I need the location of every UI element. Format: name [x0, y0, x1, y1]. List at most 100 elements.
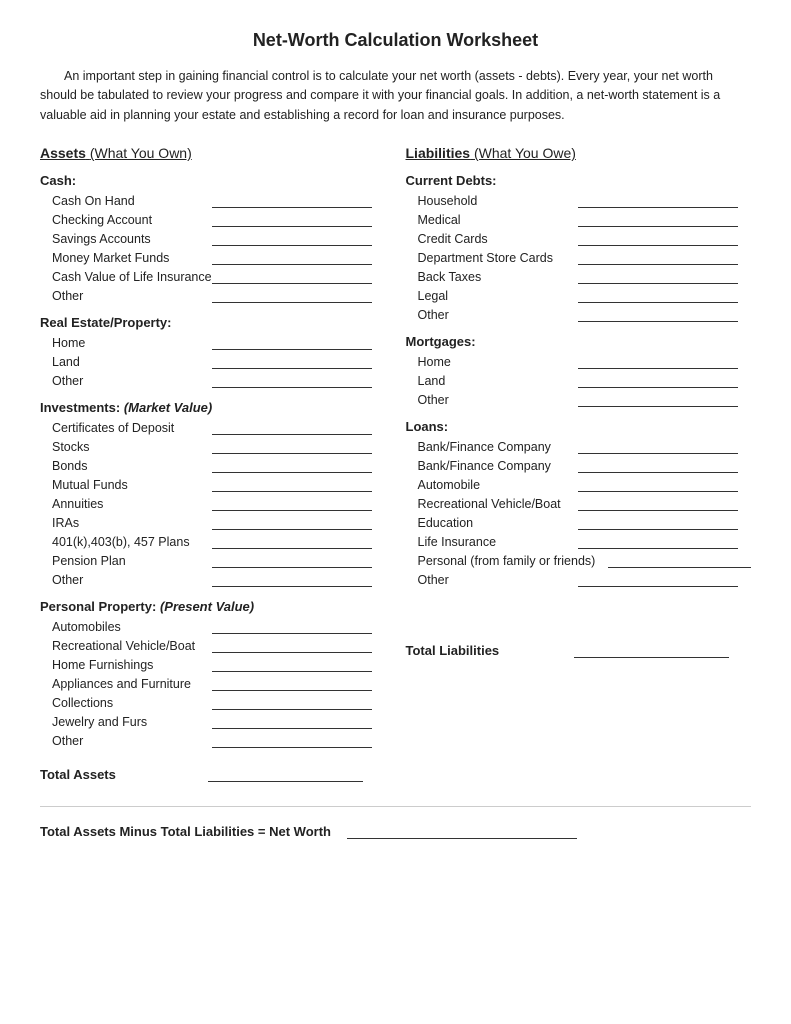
total-liabilities-label: Total Liabilities [406, 643, 566, 658]
field-label: Appliances and Furniture [52, 677, 212, 691]
field-row: Home Furnishings [40, 656, 386, 672]
field-input[interactable] [212, 514, 372, 530]
field-input[interactable] [578, 268, 738, 284]
field-label: Back Taxes [418, 270, 578, 284]
field-input[interactable] [212, 552, 372, 568]
field-input[interactable] [212, 457, 372, 473]
field-row: Home [406, 353, 752, 369]
field-input[interactable] [212, 287, 372, 303]
field-input[interactable] [578, 571, 738, 587]
field-row: Automobiles [40, 618, 386, 634]
field-label: Annuities [52, 497, 212, 511]
field-input[interactable] [578, 192, 738, 208]
field-input[interactable] [212, 268, 372, 284]
net-worth-label: Total Assets Minus Total Liabilities = N… [40, 824, 331, 839]
field-input[interactable] [212, 249, 372, 265]
net-worth-section: Total Assets Minus Total Liabilities = N… [40, 806, 751, 839]
field-input[interactable] [578, 533, 738, 549]
field-row: Home [40, 334, 386, 350]
field-input[interactable] [212, 713, 372, 729]
real-estate-header: Real Estate/Property: [40, 315, 386, 330]
field-input[interactable] [578, 306, 738, 322]
total-liabilities-line[interactable] [574, 642, 729, 658]
field-label: Other [52, 289, 212, 303]
field-input[interactable] [212, 419, 372, 435]
field-row: Other [40, 372, 386, 388]
field-row: Medical [406, 211, 752, 227]
personal-property-header: Personal Property: (Present Value) [40, 599, 386, 614]
field-row: 401(k),403(b), 457 Plans [40, 533, 386, 549]
field-row: Stocks [40, 438, 386, 454]
field-row: Legal [406, 287, 752, 303]
field-label: Recreational Vehicle/Boat [52, 639, 212, 653]
field-input[interactable] [212, 476, 372, 492]
field-input[interactable] [578, 391, 738, 407]
field-row: Land [406, 372, 752, 388]
field-input[interactable] [212, 438, 372, 454]
field-input[interactable] [212, 656, 372, 672]
investments-header: Investments: (Market Value) [40, 400, 386, 415]
field-input[interactable] [578, 211, 738, 227]
field-label: Land [418, 374, 578, 388]
field-label: Legal [418, 289, 578, 303]
field-input[interactable] [212, 637, 372, 653]
field-input[interactable] [578, 287, 738, 303]
field-input[interactable] [578, 230, 738, 246]
field-input[interactable] [578, 457, 738, 473]
field-row: Other [406, 306, 752, 322]
field-input[interactable] [212, 372, 372, 388]
field-row: Life Insurance [406, 533, 752, 549]
field-input[interactable] [212, 732, 372, 748]
field-label: Cash On Hand [52, 194, 212, 208]
field-label: Stocks [52, 440, 212, 454]
field-input[interactable] [212, 230, 372, 246]
field-row: Savings Accounts [40, 230, 386, 246]
field-input[interactable] [212, 571, 372, 587]
field-label: Bank/Finance Company [418, 459, 578, 473]
field-label: Certificates of Deposit [52, 421, 212, 435]
field-input[interactable] [578, 249, 738, 265]
field-row: Money Market Funds [40, 249, 386, 265]
page-title: Net-Worth Calculation Worksheet [40, 30, 751, 51]
field-input[interactable] [578, 495, 738, 511]
field-row: Checking Account [40, 211, 386, 227]
field-label: Other [418, 308, 578, 322]
field-label: Other [418, 393, 578, 407]
total-assets-line[interactable] [208, 766, 363, 782]
field-input[interactable] [212, 495, 372, 511]
field-row: Bank/Finance Company [406, 438, 752, 454]
field-row: Automobile [406, 476, 752, 492]
net-worth-input[interactable] [347, 823, 577, 839]
field-label: Home Furnishings [52, 658, 212, 672]
field-row: Household [406, 192, 752, 208]
field-input[interactable] [212, 694, 372, 710]
field-label: 401(k),403(b), 457 Plans [52, 535, 212, 549]
field-input[interactable] [578, 353, 738, 369]
field-row: Land [40, 353, 386, 369]
field-row: Recreational Vehicle/Boat [40, 637, 386, 653]
field-input[interactable] [212, 192, 372, 208]
field-input[interactable] [212, 618, 372, 634]
field-label: Automobiles [52, 620, 212, 634]
mortgages-header: Mortgages: [406, 334, 752, 349]
field-input[interactable] [212, 211, 372, 227]
field-input[interactable] [578, 476, 738, 492]
field-label: Bank/Finance Company [418, 440, 578, 454]
field-input[interactable] [212, 533, 372, 549]
field-input[interactable] [212, 675, 372, 691]
field-row: Cash Value of Life Insurance [40, 268, 386, 284]
field-input[interactable] [212, 334, 372, 350]
field-label: Collections [52, 696, 212, 710]
field-row: Department Store Cards [406, 249, 752, 265]
field-input[interactable] [578, 514, 738, 530]
field-row: Bonds [40, 457, 386, 473]
field-input[interactable] [212, 353, 372, 369]
field-input[interactable] [578, 372, 738, 388]
field-row: Recreational Vehicle/Boat [406, 495, 752, 511]
field-input[interactable] [578, 438, 738, 454]
field-label: Household [418, 194, 578, 208]
loans-header: Loans: [406, 419, 752, 434]
field-label: Money Market Funds [52, 251, 212, 265]
field-input[interactable] [608, 552, 752, 568]
field-label: Home [52, 336, 212, 350]
